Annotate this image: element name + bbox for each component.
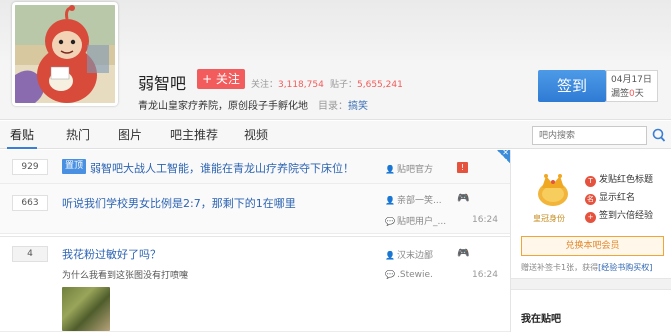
forum-catalog: 目录：搞笑 bbox=[318, 97, 368, 112]
thread-list: 929 置顶 弱智吧大战人工智能，谁能在青龙山疗养院夺下床位！ 👤 贴吧官方 ! … bbox=[0, 150, 510, 332]
perk-label: 发贴红色标题 bbox=[599, 175, 654, 185]
thread-title[interactable]: 弱智吧大战人工智能，谁能在青龙山疗养院夺下床位！ bbox=[90, 160, 354, 176]
perk-sixfold-exp: + 签到六倍经验 bbox=[585, 208, 653, 223]
crown-icon bbox=[533, 170, 573, 210]
close-corner-icon[interactable]: ✕ bbox=[497, 148, 510, 163]
user-icon: 👤 bbox=[385, 165, 395, 174]
gift-text-body: 赠送补签卡1张，获得 bbox=[521, 263, 599, 272]
search-icon bbox=[652, 128, 666, 142]
forum-header: 弱智吧 + 关注 关注：3,118,754 贴子：5,655,241 青龙山皇家… bbox=[0, 0, 671, 120]
thread-abstract: 为什么我看到这张图没有打喷嚏 bbox=[62, 271, 189, 281]
signin-streak-suffix: 天 bbox=[634, 89, 644, 99]
reply-time: 16:24 bbox=[472, 215, 498, 225]
thread-author[interactable]: 👤 汉末边鄙 bbox=[385, 248, 433, 261]
forum-slogan: 青龙山皇家疗养院，原创段子手孵化地 bbox=[138, 101, 308, 112]
forum-avatar[interactable] bbox=[12, 2, 118, 106]
perk-label: 显示红名 bbox=[599, 193, 636, 203]
last-reply-author[interactable]: 💬 .Stewie. bbox=[385, 270, 433, 280]
follow-count-label: 关注： bbox=[251, 80, 279, 90]
tab-posts[interactable]: 看贴 bbox=[6, 121, 38, 149]
follow-button[interactable]: + 关注 bbox=[197, 69, 245, 89]
reply-icon: 💬 bbox=[385, 270, 395, 279]
post-count-label: 贴子： bbox=[330, 80, 358, 90]
author-name: 亲部一笑... bbox=[397, 196, 442, 206]
thread-row[interactable]: 929 置顶 弱智吧大战人工智能，谁能在青龙山疗养院夺下床位！ 👤 贴吧官方 ! bbox=[0, 150, 510, 184]
tab-images[interactable]: 图片 bbox=[118, 121, 142, 149]
reply-count: 663 bbox=[12, 195, 48, 211]
tab-videos[interactable]: 视频 bbox=[244, 121, 268, 149]
crown-label: 皇冠身份 bbox=[533, 214, 565, 223]
sidebar-section-title: 我在贴吧 bbox=[521, 314, 561, 325]
pinned-tag: 置顶 bbox=[62, 159, 87, 174]
author-name: 汉末边鄙 bbox=[397, 251, 434, 261]
reply-time: 16:24 bbox=[472, 270, 498, 280]
forum-name[interactable]: 弱智吧 bbox=[138, 70, 186, 94]
follow-count: 关注：3,118,754 bbox=[251, 77, 324, 90]
reply-count: 929 bbox=[12, 159, 48, 175]
reply-count: 4 bbox=[12, 246, 48, 262]
user-icon: 👤 bbox=[385, 196, 395, 205]
reply-icon: 💬 bbox=[385, 217, 395, 226]
gamepad-badge-icon: 🎮 bbox=[457, 248, 470, 259]
thread-thumbnail[interactable] bbox=[62, 287, 110, 331]
gift-text: 赠送补签卡1张，获得[经验书购买权] bbox=[521, 262, 652, 273]
thread-author[interactable]: 👤 贴吧官方 bbox=[385, 162, 433, 175]
signin-date: 04月17日 bbox=[611, 75, 652, 85]
last-reply-name: .Stewie. bbox=[397, 270, 433, 280]
teletubby-avatar-image bbox=[15, 5, 115, 103]
official-badge-icon: ! bbox=[457, 162, 468, 173]
thread-row[interactable]: 663 听说我们学校男女比例是2:7，那剩下的1在哪里 👤 亲部一笑... 💬 贴吧… bbox=[0, 184, 510, 234]
thread-row[interactable]: 4 我花粉过敏好了吗？ 为什么我看到这张图没有打喷嚏 👤 汉末边鄙 💬 .Stewi… bbox=[0, 236, 510, 332]
follow-count-value: 3,118,754 bbox=[278, 80, 324, 90]
perk-label: 签到六倍经验 bbox=[599, 211, 654, 221]
user-icon: 👤 bbox=[385, 251, 395, 260]
thread-title[interactable]: 听说我们学校男女比例是2:7，那剩下的1在哪里 bbox=[62, 195, 296, 211]
red-name-icon: 名 bbox=[585, 194, 596, 205]
tab-recommended[interactable]: 吧主推荐 bbox=[170, 121, 218, 149]
search-button[interactable] bbox=[650, 126, 668, 145]
last-reply-author[interactable]: 💬 贴吧用户_... bbox=[385, 214, 446, 227]
red-title-icon: T bbox=[585, 176, 596, 187]
signin-info: 04月17日 漏签0天 bbox=[606, 70, 658, 102]
thread-title[interactable]: 我花粉过敏好了吗？ bbox=[62, 246, 161, 262]
forum-search-input[interactable] bbox=[532, 126, 647, 145]
gift-link[interactable]: [经验书购买权] bbox=[598, 263, 652, 272]
post-count-value: 5,655,241 bbox=[357, 80, 403, 90]
gamepad-badge-icon: 🎮 bbox=[457, 193, 470, 204]
tab-hot[interactable]: 热门 bbox=[66, 121, 90, 149]
redeem-member-button[interactable]: 兑换本吧会员 bbox=[521, 236, 664, 256]
thread-author[interactable]: 👤 亲部一笑... bbox=[385, 193, 442, 206]
signin-streak-prefix: 漏签 bbox=[611, 89, 630, 99]
sidebar: 皇冠身份 T 发贴红色标题 名显示红名 + 签到六倍经验 兑换本吧会员 赠送补签卡1… bbox=[510, 150, 671, 332]
signin-button[interactable]: 签到 bbox=[538, 70, 606, 102]
signin-exp-icon: + bbox=[585, 212, 596, 223]
last-reply-name: 贴吧用户_... bbox=[397, 217, 447, 227]
perk-red-name: 名显示红名 bbox=[585, 190, 635, 205]
signin-streak: 漏签0天 bbox=[611, 87, 653, 101]
sidebar-divider bbox=[511, 278, 671, 290]
post-count: 贴子：5,655,241 bbox=[330, 77, 403, 90]
author-name: 贴吧官方 bbox=[397, 165, 434, 175]
catalog-label: 目录： bbox=[318, 101, 348, 112]
catalog-value[interactable]: 搞笑 bbox=[348, 101, 368, 112]
perk-red-title: T 发贴红色标题 bbox=[585, 172, 653, 187]
